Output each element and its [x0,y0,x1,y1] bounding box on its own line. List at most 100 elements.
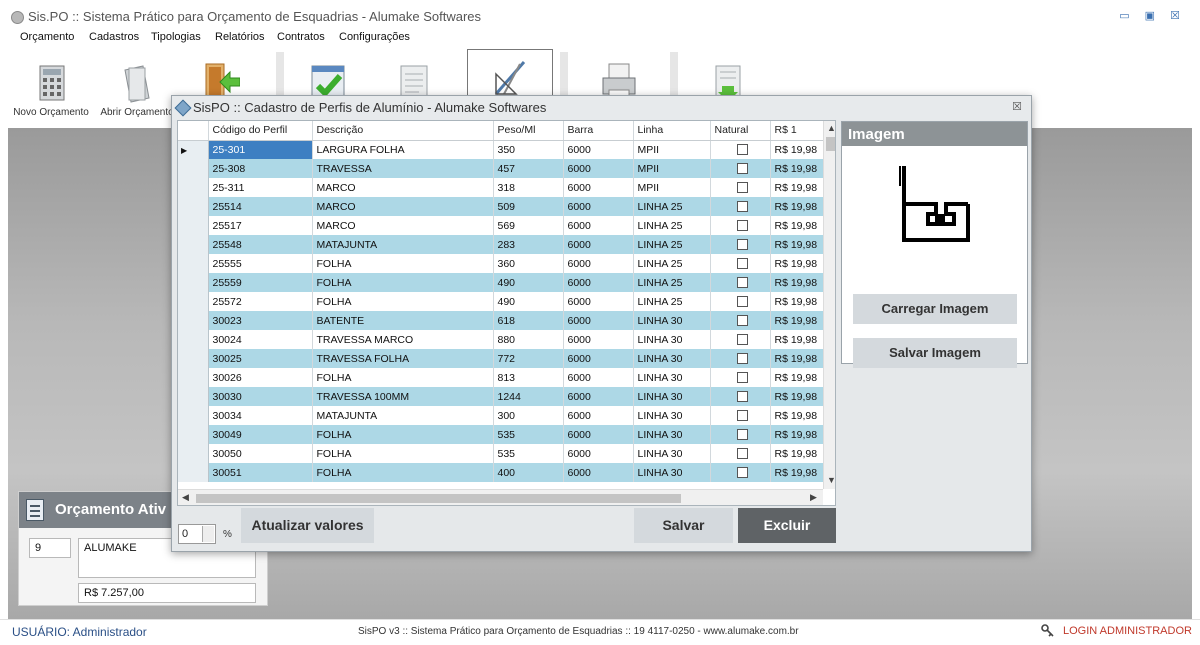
cell-preco[interactable]: R$ 19,98 [770,311,824,330]
cell-natural[interactable] [710,254,771,273]
column-header-peso[interactable]: Peso/Ml [493,121,564,141]
cell-barra[interactable]: 6000 [563,140,634,159]
table-row[interactable]: 25555 FOLHA 360 6000 LINHA 25 R$ 19,98 [178,254,824,273]
scroll-right-icon[interactable]: ▶ [810,492,817,503]
cell-peso[interactable]: 490 [493,273,564,292]
row-header[interactable] [178,311,209,330]
row-header[interactable] [178,330,209,349]
cell-codigo[interactable]: 30024 [208,330,313,349]
cell-peso[interactable]: 813 [493,368,564,387]
cell-peso[interactable]: 535 [493,444,564,463]
cell-codigo[interactable]: 30034 [208,406,313,425]
cell-natural[interactable] [710,178,771,197]
cell-peso[interactable]: 490 [493,292,564,311]
cell-codigo[interactable]: 25572 [208,292,313,311]
natural-checkbox[interactable] [736,315,748,327]
cell-barra[interactable]: 6000 [563,235,634,254]
table-row[interactable]: 30025 TRAVESSA FOLHA 772 6000 LINHA 30 R$ 19,… [178,349,824,368]
table-row[interactable]: 30050 FOLHA 535 6000 LINHA 30 R$ 19,98 [178,444,824,463]
natural-checkbox[interactable] [736,239,748,251]
cell-descricao[interactable]: LARGURA FOLHA [312,140,494,159]
cell-preco[interactable]: R$ 19,98 [770,159,824,178]
menu-configuracoes[interactable]: Configurações [339,31,410,43]
cell-peso[interactable]: 772 [493,349,564,368]
cell-descricao[interactable]: FOLHA [312,444,494,463]
cell-peso[interactable]: 1244 [493,387,564,406]
cell-codigo[interactable]: 25517 [208,216,313,235]
row-header[interactable] [178,444,209,463]
cell-natural[interactable] [710,444,771,463]
natural-checkbox[interactable] [736,144,748,156]
table-row[interactable]: 25559 FOLHA 490 6000 LINHA 25 R$ 19,98 [178,273,824,292]
cell-descricao[interactable]: TRAVESSA [312,159,494,178]
natural-checkbox[interactable] [736,334,748,346]
cell-barra[interactable]: 6000 [563,368,634,387]
column-header-barra[interactable]: Barra [563,121,634,141]
natural-checkbox[interactable] [736,410,748,422]
cell-peso[interactable]: 400 [493,463,564,482]
abrir-orcamento-button[interactable]: Abrir Orçamento [100,50,174,126]
row-header[interactable] [178,349,209,368]
menu-relatorios[interactable]: Relatórios [215,31,265,43]
cell-preco[interactable]: R$ 19,98 [770,444,824,463]
cell-linha[interactable]: LINHA 30 [633,406,711,425]
scroll-down-icon[interactable]: ▼ [827,475,835,485]
natural-checkbox[interactable] [736,201,748,213]
cell-barra[interactable]: 6000 [563,387,634,406]
cell-peso[interactable]: 350 [493,140,564,159]
cell-descricao[interactable]: BATENTE [312,311,494,330]
row-header[interactable] [178,178,209,197]
cell-barra[interactable]: 6000 [563,330,634,349]
cell-linha[interactable]: LINHA 30 [633,444,711,463]
cell-codigo[interactable]: 25514 [208,197,313,216]
cell-linha[interactable]: MPII [633,140,711,159]
cell-peso[interactable]: 283 [493,235,564,254]
row-header[interactable] [178,216,209,235]
cell-preco[interactable]: R$ 19,98 [770,140,824,159]
natural-checkbox[interactable] [736,372,748,384]
cell-preco[interactable]: R$ 19,98 [770,292,824,311]
vertical-scroll-thumb[interactable] [826,137,835,151]
row-header[interactable] [178,406,209,425]
load-image-button[interactable]: Carregar Imagem [853,294,1017,324]
cell-codigo[interactable]: 30030 [208,387,313,406]
row-header[interactable] [178,159,209,178]
cell-peso[interactable]: 535 [493,425,564,444]
row-header[interactable] [178,197,209,216]
delete-button[interactable]: Excluir [738,508,836,543]
cell-linha[interactable]: MPII [633,159,711,178]
cell-codigo[interactable]: 30051 [208,463,313,482]
cell-natural[interactable] [710,425,771,444]
cell-codigo[interactable]: 25-308 [208,159,313,178]
cell-natural[interactable] [710,273,771,292]
cell-linha[interactable]: LINHA 30 [633,330,711,349]
cell-descricao[interactable]: MARCO [312,178,494,197]
grid-vertical-scrollbar[interactable]: ▲ ▼ [823,121,835,489]
scroll-up-icon[interactable]: ▲ [827,123,835,133]
natural-checkbox[interactable] [736,258,748,270]
table-row[interactable]: 30051 FOLHA 400 6000 LINHA 30 R$ 19,98 [178,463,824,482]
cell-barra[interactable]: 6000 [563,406,634,425]
cell-barra[interactable]: 6000 [563,159,634,178]
scroll-left-icon[interactable]: ◀ [182,492,189,503]
cell-natural[interactable] [710,216,771,235]
menu-tipologias[interactable]: Tipologias [151,31,201,43]
cell-linha[interactable]: LINHA 25 [633,273,711,292]
cell-barra[interactable]: 6000 [563,349,634,368]
cell-preco[interactable]: R$ 19,98 [770,235,824,254]
table-row[interactable]: 30030 TRAVESSA 100MM 1244 6000 LINHA 30 R$ 19… [178,387,824,406]
cell-codigo[interactable]: 30050 [208,444,313,463]
cell-peso[interactable]: 509 [493,197,564,216]
cell-linha[interactable]: MPII [633,178,711,197]
cell-barra[interactable]: 6000 [563,254,634,273]
menu-cadastros[interactable]: Cadastros [89,31,139,43]
cell-preco[interactable]: R$ 19,98 [770,254,824,273]
cell-descricao[interactable]: MARCO [312,197,494,216]
cell-preco[interactable]: R$ 19,98 [770,197,824,216]
cell-natural[interactable] [710,159,771,178]
cell-barra[interactable]: 6000 [563,444,634,463]
cell-barra[interactable]: 6000 [563,197,634,216]
cell-natural[interactable] [710,140,771,159]
natural-checkbox[interactable] [736,448,748,460]
login-administrador-link[interactable]: LOGIN ADMINISTRADOR [1063,625,1192,637]
